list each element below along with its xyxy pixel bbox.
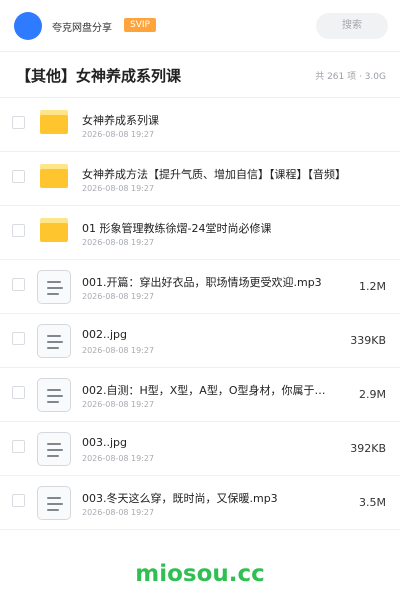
file-size: 339KB xyxy=(350,334,386,347)
file-name: 003.冬天这么穿，既时尚，又保暖.mp3 xyxy=(82,492,278,505)
file-size: 1.2M xyxy=(359,280,386,293)
row-checkbox[interactable] xyxy=(12,332,25,345)
file-row[interactable]: 003.冬天这么穿，既时尚，又保暖.mp3 2026-08-08 19:27 3… xyxy=(0,476,400,530)
document-icon xyxy=(37,270,71,304)
file-date: 2026-08-08 19:27 xyxy=(82,346,155,355)
row-checkbox[interactable] xyxy=(12,170,25,183)
folder-row[interactable]: 女神养成系列课 2026-08-08 19:27 xyxy=(0,98,400,152)
file-date: 2026-08-08 19:27 xyxy=(82,508,155,517)
folder-title-bar: 【其他】女神养成系列课 共 261 项 · 3.0G xyxy=(0,52,400,98)
file-date: 2026-08-08 19:27 xyxy=(82,400,155,409)
file-row[interactable]: 003..jpg 2026-08-08 19:27 392KB xyxy=(0,422,400,476)
app-header: 夸克网盘分享 SVIP 搜索 xyxy=(0,0,400,52)
file-name: 女神养成系列课 xyxy=(82,114,159,127)
file-list: 女神养成系列课 2026-08-08 19:27 女神养成方法【提升气质、增加自… xyxy=(0,98,400,530)
folder-icon xyxy=(40,164,68,188)
folder-icon xyxy=(40,110,68,134)
row-checkbox[interactable] xyxy=(12,494,25,507)
page-title: 【其他】女神养成系列课 xyxy=(16,67,182,85)
document-icon xyxy=(37,486,71,520)
avatar[interactable] xyxy=(14,12,42,40)
file-size: 2.9M xyxy=(359,388,386,401)
file-row[interactable]: 002..jpg 2026-08-08 19:27 339KB xyxy=(0,314,400,368)
folder-summary: 共 261 项 · 3.0G xyxy=(315,72,386,82)
file-date: 2026-08-08 19:27 xyxy=(82,238,155,247)
file-size: 392KB xyxy=(350,442,386,455)
row-checkbox[interactable] xyxy=(12,116,25,129)
share-source-label: 夸克网盘分享 xyxy=(52,23,112,34)
file-name: 002..jpg xyxy=(82,328,128,341)
row-checkbox[interactable] xyxy=(12,440,25,453)
file-date: 2026-08-08 19:27 xyxy=(82,292,155,301)
file-date: 2026-08-08 19:27 xyxy=(82,184,155,193)
file-name: 01 形象管理教练徐熠-24堂时尚必修课 xyxy=(82,222,272,235)
file-name: 003..jpg xyxy=(82,436,128,449)
file-date: 2026-08-08 19:27 xyxy=(82,454,155,463)
folder-row[interactable]: 女神养成方法【提升气质、增加自信】【课程】【音频】 2026-08-08 19:… xyxy=(0,152,400,206)
search-button[interactable]: 搜索 xyxy=(316,13,388,39)
svip-badge: SVIP xyxy=(124,18,156,32)
document-icon xyxy=(37,432,71,466)
watermark: miosou.cc xyxy=(135,561,265,587)
file-date: 2026-08-08 19:27 xyxy=(82,130,155,139)
file-name: 女神养成方法【提升气质、增加自信】【课程】【音频】 xyxy=(82,168,346,181)
row-checkbox[interactable] xyxy=(12,386,25,399)
file-row[interactable]: 002.自测：H型，X型，A型，O型身材，你属于哪… 2026-08-08 19… xyxy=(0,368,400,422)
folder-icon xyxy=(40,218,68,242)
folder-row[interactable]: 01 形象管理教练徐熠-24堂时尚必修课 2026-08-08 19:27 xyxy=(0,206,400,260)
file-row[interactable]: 001.开篇：穿出好衣品，职场情场更受欢迎.mp3 2026-08-08 19:… xyxy=(0,260,400,314)
file-name: 001.开篇：穿出好衣品，职场情场更受欢迎.mp3 xyxy=(82,276,322,289)
document-icon xyxy=(37,324,71,358)
document-icon xyxy=(37,378,71,412)
file-size: 3.5M xyxy=(359,496,386,509)
row-checkbox[interactable] xyxy=(12,224,25,237)
file-name: 002.自测：H型，X型，A型，O型身材，你属于哪… xyxy=(82,384,332,397)
row-checkbox[interactable] xyxy=(12,278,25,291)
